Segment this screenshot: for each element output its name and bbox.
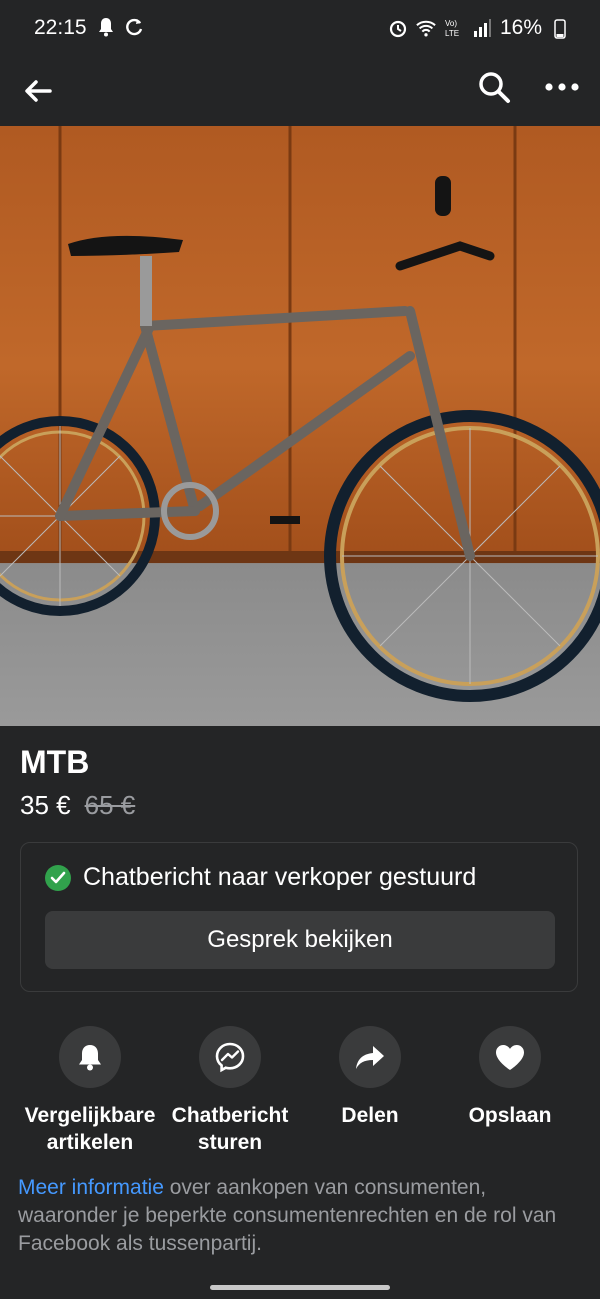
wifi-icon [416,20,436,37]
action-label: Vergelijkbare artikelen [24,1104,156,1154]
chat-status: Chatbericht naar verkoper gestuurd [45,863,476,892]
sync-icon [126,18,143,36]
more-horizontal-icon [545,83,579,91]
listing-photo[interactable] [0,126,600,726]
send-message-action[interactable]: Chatbericht sturen [160,1026,300,1156]
action-label: Chatbericht sturen [171,1104,289,1154]
action-row: Vergelijkbare artikelen Chatbericht sturen… [0,1026,600,1156]
app-bar [0,56,600,126]
action-label: Delen [341,1104,399,1127]
battery-icon [554,19,566,39]
share-icon [339,1026,401,1088]
chat-sent-card: Chatbericht naar verkoper gestuurd Gespr… [20,842,578,992]
bell-icon [59,1026,121,1088]
status-bar: 22:15 Vo) LTE 16% [0,0,600,56]
signal-icon [473,19,491,37]
chat-status-text: Chatbericht naar verkoper gestuurd [83,863,477,891]
svg-text:Vo): Vo) [445,19,457,28]
home-indicator[interactable] [210,1285,390,1290]
volte-icon: Vo)LTE [445,19,459,38]
more-options-button[interactable] [540,65,584,109]
action-label: Opslaan [468,1104,552,1127]
view-conversation-button[interactable]: Gesprek bekijken [45,911,555,969]
share-action[interactable]: Delen [300,1026,440,1129]
consumer-info-text: Meer informatie over aankopen van consum… [18,1174,578,1258]
original-price: 65 € [84,790,136,820]
heart-icon [479,1026,541,1088]
similar-items-action[interactable]: Vergelijkbare artikelen [20,1026,160,1156]
save-action[interactable]: Opslaan [440,1026,580,1129]
status-left-icons [96,16,144,38]
battery-percent: 16% [499,16,542,39]
back-button[interactable] [16,69,60,113]
search-icon [479,72,510,103]
more-info-link[interactable]: Meer informatie [18,1176,164,1199]
arrow-left-icon [25,80,52,102]
bike-photo-illustration [0,126,600,702]
status-right-icons: Vo) LTE 16% [388,16,570,40]
price-row: 35 € 65 € [20,790,135,821]
svg-text:LTE: LTE [445,29,459,38]
search-button[interactable] [472,65,516,109]
current-price: 35 € [20,790,71,820]
notification-bell-icon [99,18,113,37]
messenger-icon [199,1026,261,1088]
check-circle-icon [45,864,71,891]
alarm-icon [389,20,407,38]
status-time: 22:15 [34,16,87,39]
listing-title: MTB [20,744,90,780]
